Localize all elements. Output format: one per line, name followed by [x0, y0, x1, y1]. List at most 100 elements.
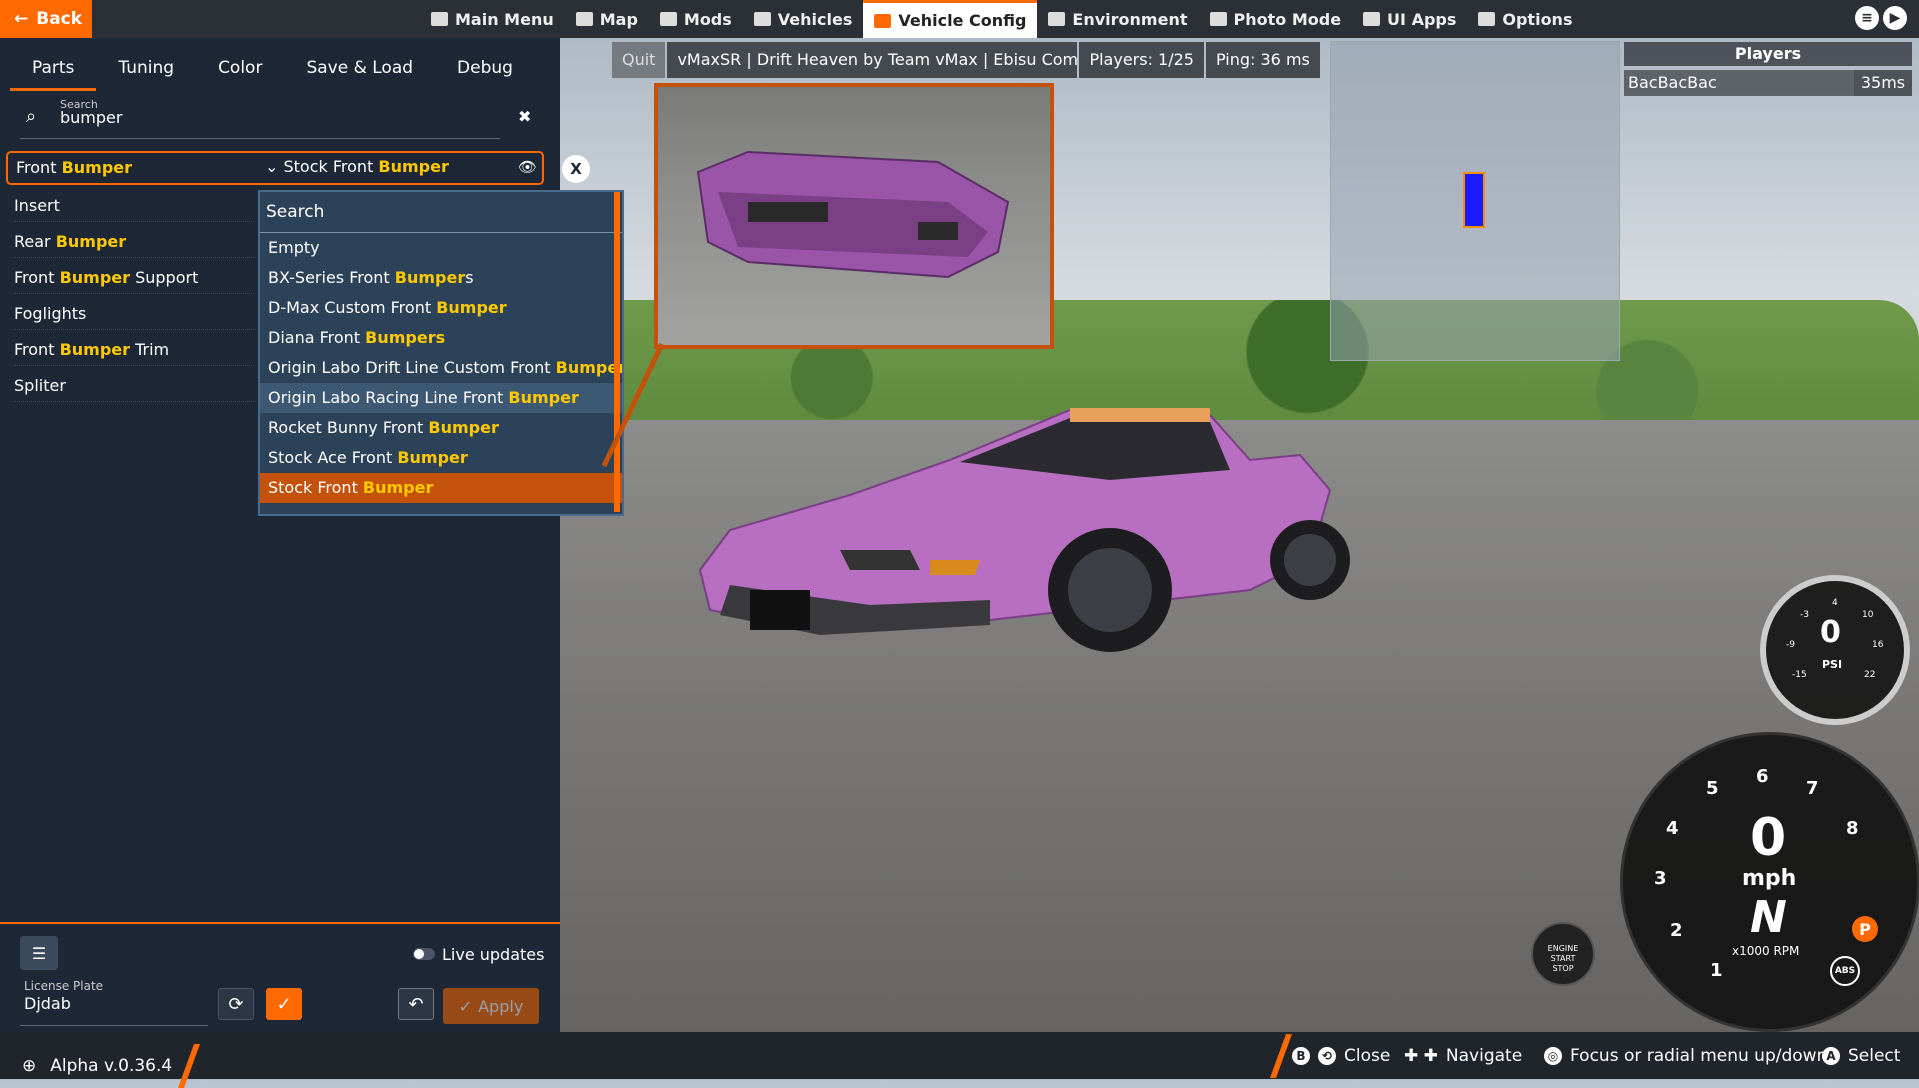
- undo-button[interactable]: ↶: [398, 988, 434, 1020]
- players-count: Players: 1/25: [1079, 42, 1204, 78]
- car-icon: [753, 12, 771, 26]
- license-plate-label: License Plate: [24, 979, 104, 993]
- dropdown-option[interactable]: Empty: [260, 233, 622, 263]
- check-icon: ✓: [276, 993, 292, 1015]
- parking-brake-icon: P: [1852, 916, 1878, 942]
- tab-parts[interactable]: Parts: [10, 44, 97, 91]
- hint-close[interactable]: B ⟲ Close: [1292, 1046, 1390, 1066]
- rpm-label: x1000 RPM: [1732, 944, 1800, 958]
- players-title: Players: [1624, 42, 1912, 66]
- nav-photo-mode[interactable]: Photo Mode: [1199, 0, 1353, 38]
- dropdown-option[interactable]: D-Max Custom Front Bumper: [260, 293, 622, 323]
- tab-color[interactable]: Color: [196, 44, 284, 91]
- top-right-controls: ≡ ▶: [1855, 6, 1907, 30]
- dropdown-search-input[interactable]: Search: [260, 192, 622, 233]
- boost-tick: 10: [1862, 610, 1874, 620]
- quit-button[interactable]: Quit: [612, 42, 666, 78]
- list-view-button[interactable]: ☰: [20, 936, 58, 970]
- dropdown-option[interactable]: BX-Series Front Bumpers: [260, 263, 622, 293]
- weather-icon: [1048, 12, 1066, 26]
- sliders-icon: [1478, 12, 1496, 26]
- speed-value: 0: [1750, 808, 1787, 868]
- dropdown-option-hovered[interactable]: Origin Labo Racing Line Front Bumper: [260, 383, 622, 413]
- dropdown-option[interactable]: Rocket Bunny Front Bumper: [260, 413, 622, 443]
- apply-button[interactable]: ✓ Apply: [443, 988, 539, 1024]
- engine-start-stop-button[interactable]: ENGINE START STOP: [1531, 922, 1595, 986]
- eye-icon[interactable]: 👁: [518, 158, 537, 176]
- globe-icon: ⊕: [22, 1056, 37, 1076]
- boost-tick: -9: [1786, 640, 1795, 650]
- nav-options[interactable]: Options: [1467, 0, 1583, 38]
- list-icon: ☰: [31, 943, 47, 963]
- boost-tick: -3: [1800, 610, 1809, 620]
- close-dropdown-icon[interactable]: X: [562, 155, 590, 183]
- part-front-bumper-trim[interactable]: Front Bumper Trim: [14, 335, 254, 366]
- boost-unit: PSI: [1822, 658, 1843, 671]
- abs-icon: ABS: [1830, 956, 1860, 986]
- dpad-icon: ✚ ✚: [1404, 1046, 1438, 1066]
- dropdown-option[interactable]: Stock Ace Front Bumper: [260, 443, 622, 473]
- rpm-tick: 7: [1806, 778, 1819, 799]
- back-button[interactable]: ← Back: [0, 0, 92, 38]
- vehicle-3d-view: [698, 408, 1350, 652]
- player-name: BacBacBac: [1624, 70, 1854, 96]
- stick-icon: ◎: [1544, 1047, 1562, 1065]
- arrow-left-icon: ←: [14, 9, 29, 29]
- config-tabs: Parts Tuning Color Save & Load Debug: [10, 44, 535, 91]
- rpm-tick: 6: [1756, 766, 1769, 787]
- check-icon: ✓: [458, 996, 473, 1016]
- clear-search-icon[interactable]: ✖: [518, 107, 531, 126]
- vehicle-config-panel: [0, 38, 560, 1032]
- rpm-tick: 1: [1710, 960, 1723, 981]
- player-marker-icon: [1463, 172, 1485, 228]
- part-select[interactable]: ⌄ Stock Front Bumper: [265, 157, 449, 176]
- part-foglights[interactable]: Foglights: [14, 299, 254, 330]
- undo-icon: ↶: [408, 993, 424, 1015]
- version-info: ⊕ Alpha v.0.36.4: [22, 1044, 201, 1088]
- nav-environment[interactable]: Environment: [1037, 0, 1198, 38]
- hint-focus[interactable]: ◎ Focus or radial menu up/down: [1544, 1046, 1827, 1066]
- boost-value: 0: [1820, 615, 1841, 650]
- rpm-tick: 3: [1654, 868, 1667, 889]
- boost-tick: 4: [1832, 598, 1838, 608]
- confirm-plate-button[interactable]: ✓: [266, 988, 302, 1020]
- part-rear-bumper[interactable]: Rear Bumper: [14, 227, 254, 258]
- dropdown-option[interactable]: Origin Labo Drift Line Custom Front Bump…: [260, 353, 622, 383]
- hint-select[interactable]: A Select: [1822, 1046, 1900, 1066]
- menu-icon[interactable]: ≡: [1855, 6, 1879, 30]
- nav-mods[interactable]: Mods: [649, 0, 743, 38]
- tab-debug[interactable]: Debug: [435, 44, 535, 91]
- nav-ui-apps[interactable]: UI Apps: [1352, 0, 1467, 38]
- map-icon: [575, 12, 593, 26]
- part-insert[interactable]: Insert: [14, 191, 254, 222]
- gear-indicator: N: [1750, 892, 1787, 943]
- part-spliter[interactable]: Spliter: [14, 371, 254, 402]
- rpm-tick: 2: [1670, 920, 1683, 941]
- boost-tick: -15: [1792, 670, 1807, 680]
- nav-map[interactable]: Map: [565, 0, 649, 38]
- play-icon[interactable]: ▶: [1883, 6, 1907, 30]
- bumper-preview: [696, 150, 1010, 279]
- boost-tick: 22: [1864, 670, 1876, 680]
- nav-main-menu[interactable]: Main Menu: [420, 0, 565, 38]
- refresh-icon: ⟳: [228, 993, 244, 1015]
- tab-save-load[interactable]: Save & Load: [284, 44, 435, 91]
- hint-navigate[interactable]: ✚ ✚ Navigate: [1404, 1046, 1522, 1066]
- a-button-icon: A: [1822, 1047, 1840, 1065]
- license-plate-input[interactable]: Djdab: [20, 994, 208, 1026]
- nav-vehicle-config[interactable]: Vehicle Config: [863, 0, 1038, 38]
- randomize-plate-button[interactable]: ⟳: [218, 988, 254, 1020]
- apps-icon: [1363, 12, 1381, 26]
- version-label: Alpha v.0.36.4: [50, 1056, 173, 1076]
- dropdown-option-selected[interactable]: Stock Front Bumper: [260, 473, 622, 503]
- dropdown-option[interactable]: Diana Front Bumpers: [260, 323, 622, 353]
- part-front-bumper-support[interactable]: Front Bumper Support: [14, 263, 254, 294]
- tab-tuning[interactable]: Tuning: [96, 44, 196, 91]
- chevron-down-icon: ⌄: [265, 157, 284, 176]
- live-updates-label: Live updates: [442, 945, 545, 964]
- player-row[interactable]: BacBacBac 35ms: [1624, 70, 1912, 96]
- server-title: vMaxSR | Drift Heaven by Team vMax | Ebi…: [667, 42, 1078, 78]
- rpm-tick: 8: [1846, 818, 1859, 839]
- nav-vehicles[interactable]: Vehicles: [743, 0, 864, 38]
- live-updates-toggle[interactable]: [413, 948, 435, 960]
